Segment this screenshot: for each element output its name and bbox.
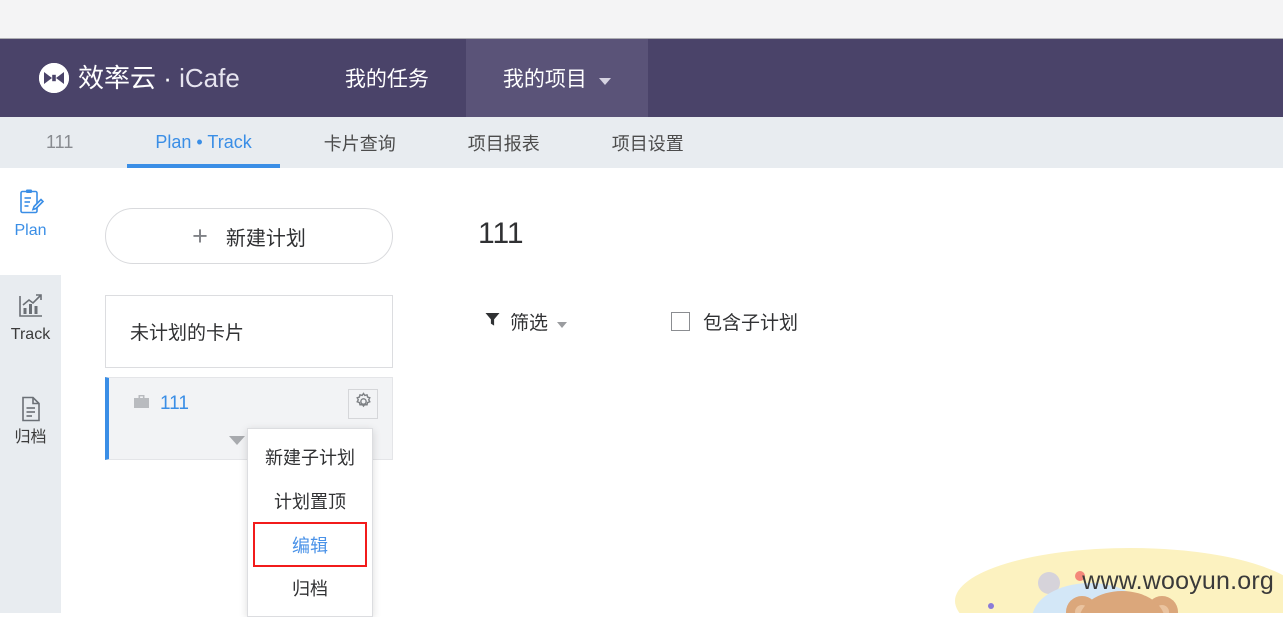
topnav-item-my-tasks-label: 我的任务 [345, 63, 429, 93]
subnav-item-plan-track[interactable]: Plan • Track [119, 117, 287, 168]
plan-list-column: + 新建计划 未计划的卡片 111 [105, 168, 395, 460]
subnav-item-project-report[interactable]: 项目报表 [432, 117, 576, 168]
track-chart-icon [17, 292, 45, 320]
context-menu-item-pin-plan[interactable]: 计划置顶 [248, 479, 372, 523]
context-menu-item-new-subplan[interactable]: 新建子计划 [248, 435, 372, 479]
sidebar-item-archive-label: 归档 [14, 430, 46, 446]
icafe-butterfly-logo-icon [39, 63, 69, 93]
filter-control[interactable]: 筛选 [484, 308, 567, 335]
brand-name-cn: 效率云 [78, 63, 156, 93]
sidebar-item-track-label: Track [11, 327, 50, 343]
filter-label: 筛选 [510, 308, 548, 335]
subnav-project-name-label: 111 [46, 132, 73, 153]
browser-chrome-strip [0, 0, 1283, 39]
sidebar-item-plan[interactable]: Plan [0, 188, 61, 239]
subnav-item-project-settings[interactable]: 项目设置 [576, 117, 720, 168]
sidebar-item-archive[interactable]: 归档 [0, 395, 61, 446]
top-nav-items: 我的任务 我的项目 [308, 39, 648, 117]
page-title: 111 [478, 219, 524, 249]
new-plan-button-label: 新建计划 [226, 222, 306, 251]
unplanned-cards-item[interactable]: 未计划的卡片 [105, 295, 393, 368]
context-menu-item-edit-label: 编辑 [292, 532, 328, 558]
funnel-icon [484, 311, 501, 333]
subnav-project-name: 111 [0, 117, 119, 168]
brand-name-en: iCafe [179, 63, 240, 93]
plus-icon: + [192, 223, 208, 250]
topnav-item-my-projects-label: 我的项目 [503, 63, 587, 93]
sidebar-item-plan-label: Plan [14, 223, 46, 239]
chevron-down-icon [557, 322, 567, 328]
left-icon-rail: Plan Track 归档 [0, 168, 61, 613]
context-menu-item-pin-plan-label: 计划置顶 [274, 488, 346, 514]
include-subplans-label: 包含子计划 [703, 308, 798, 335]
sidebar-item-track[interactable]: Track [0, 292, 61, 343]
brand-logo-area[interactable]: 效率云 · iCafe [0, 39, 250, 117]
watermark-text: www.wooyun.org [1082, 567, 1274, 596]
top-navigation-bar: 效率云 · iCafe 我的任务 我的项目 [0, 39, 1283, 117]
include-subplans-checkbox[interactable]: 包含子计划 [671, 308, 798, 335]
new-plan-button[interactable]: + 新建计划 [105, 208, 393, 264]
collapse-caret-icon[interactable] [229, 436, 245, 445]
content-toolbar: 筛选 包含子计划 [484, 308, 798, 335]
brand-name: 效率云 · iCafe [78, 65, 240, 91]
plan-bag-icon [133, 393, 150, 415]
subnav-item-plan-track-label: Plan • Track [155, 132, 251, 153]
plan-context-menu: 新建子计划 计划置顶 编辑 归档 [247, 428, 373, 617]
unplanned-cards-label: 未计划的卡片 [130, 318, 244, 345]
gear-icon [354, 392, 373, 416]
context-menu-item-new-subplan-label: 新建子计划 [265, 444, 355, 470]
context-menu-item-archive[interactable]: 归档 [248, 566, 372, 610]
checkbox-box-icon [671, 312, 690, 331]
subnav-item-project-settings-label: 项目设置 [612, 130, 684, 156]
archive-document-icon [17, 395, 45, 423]
plan-list-item-title: 111 [160, 393, 189, 415]
project-sub-navigation: 111 Plan • Track 卡片查询 项目报表 项目设置 [0, 117, 1283, 168]
context-menu-item-edit[interactable]: 编辑 [254, 523, 366, 566]
plan-settings-gear-button[interactable] [348, 389, 378, 419]
context-menu-item-archive-label: 归档 [292, 575, 328, 601]
main-content-area: 111 筛选 包含子计划 [437, 168, 1283, 613]
chevron-down-icon [599, 78, 611, 85]
plan-clipboard-icon [17, 188, 45, 216]
brand-separator: · [156, 63, 179, 93]
topnav-item-my-projects[interactable]: 我的项目 [466, 39, 648, 117]
topnav-item-my-tasks[interactable]: 我的任务 [308, 39, 466, 117]
subnav-item-card-query-label: 卡片查询 [324, 130, 396, 156]
subnav-item-card-query[interactable]: 卡片查询 [288, 117, 432, 168]
subnav-item-project-report-label: 项目报表 [468, 130, 540, 156]
